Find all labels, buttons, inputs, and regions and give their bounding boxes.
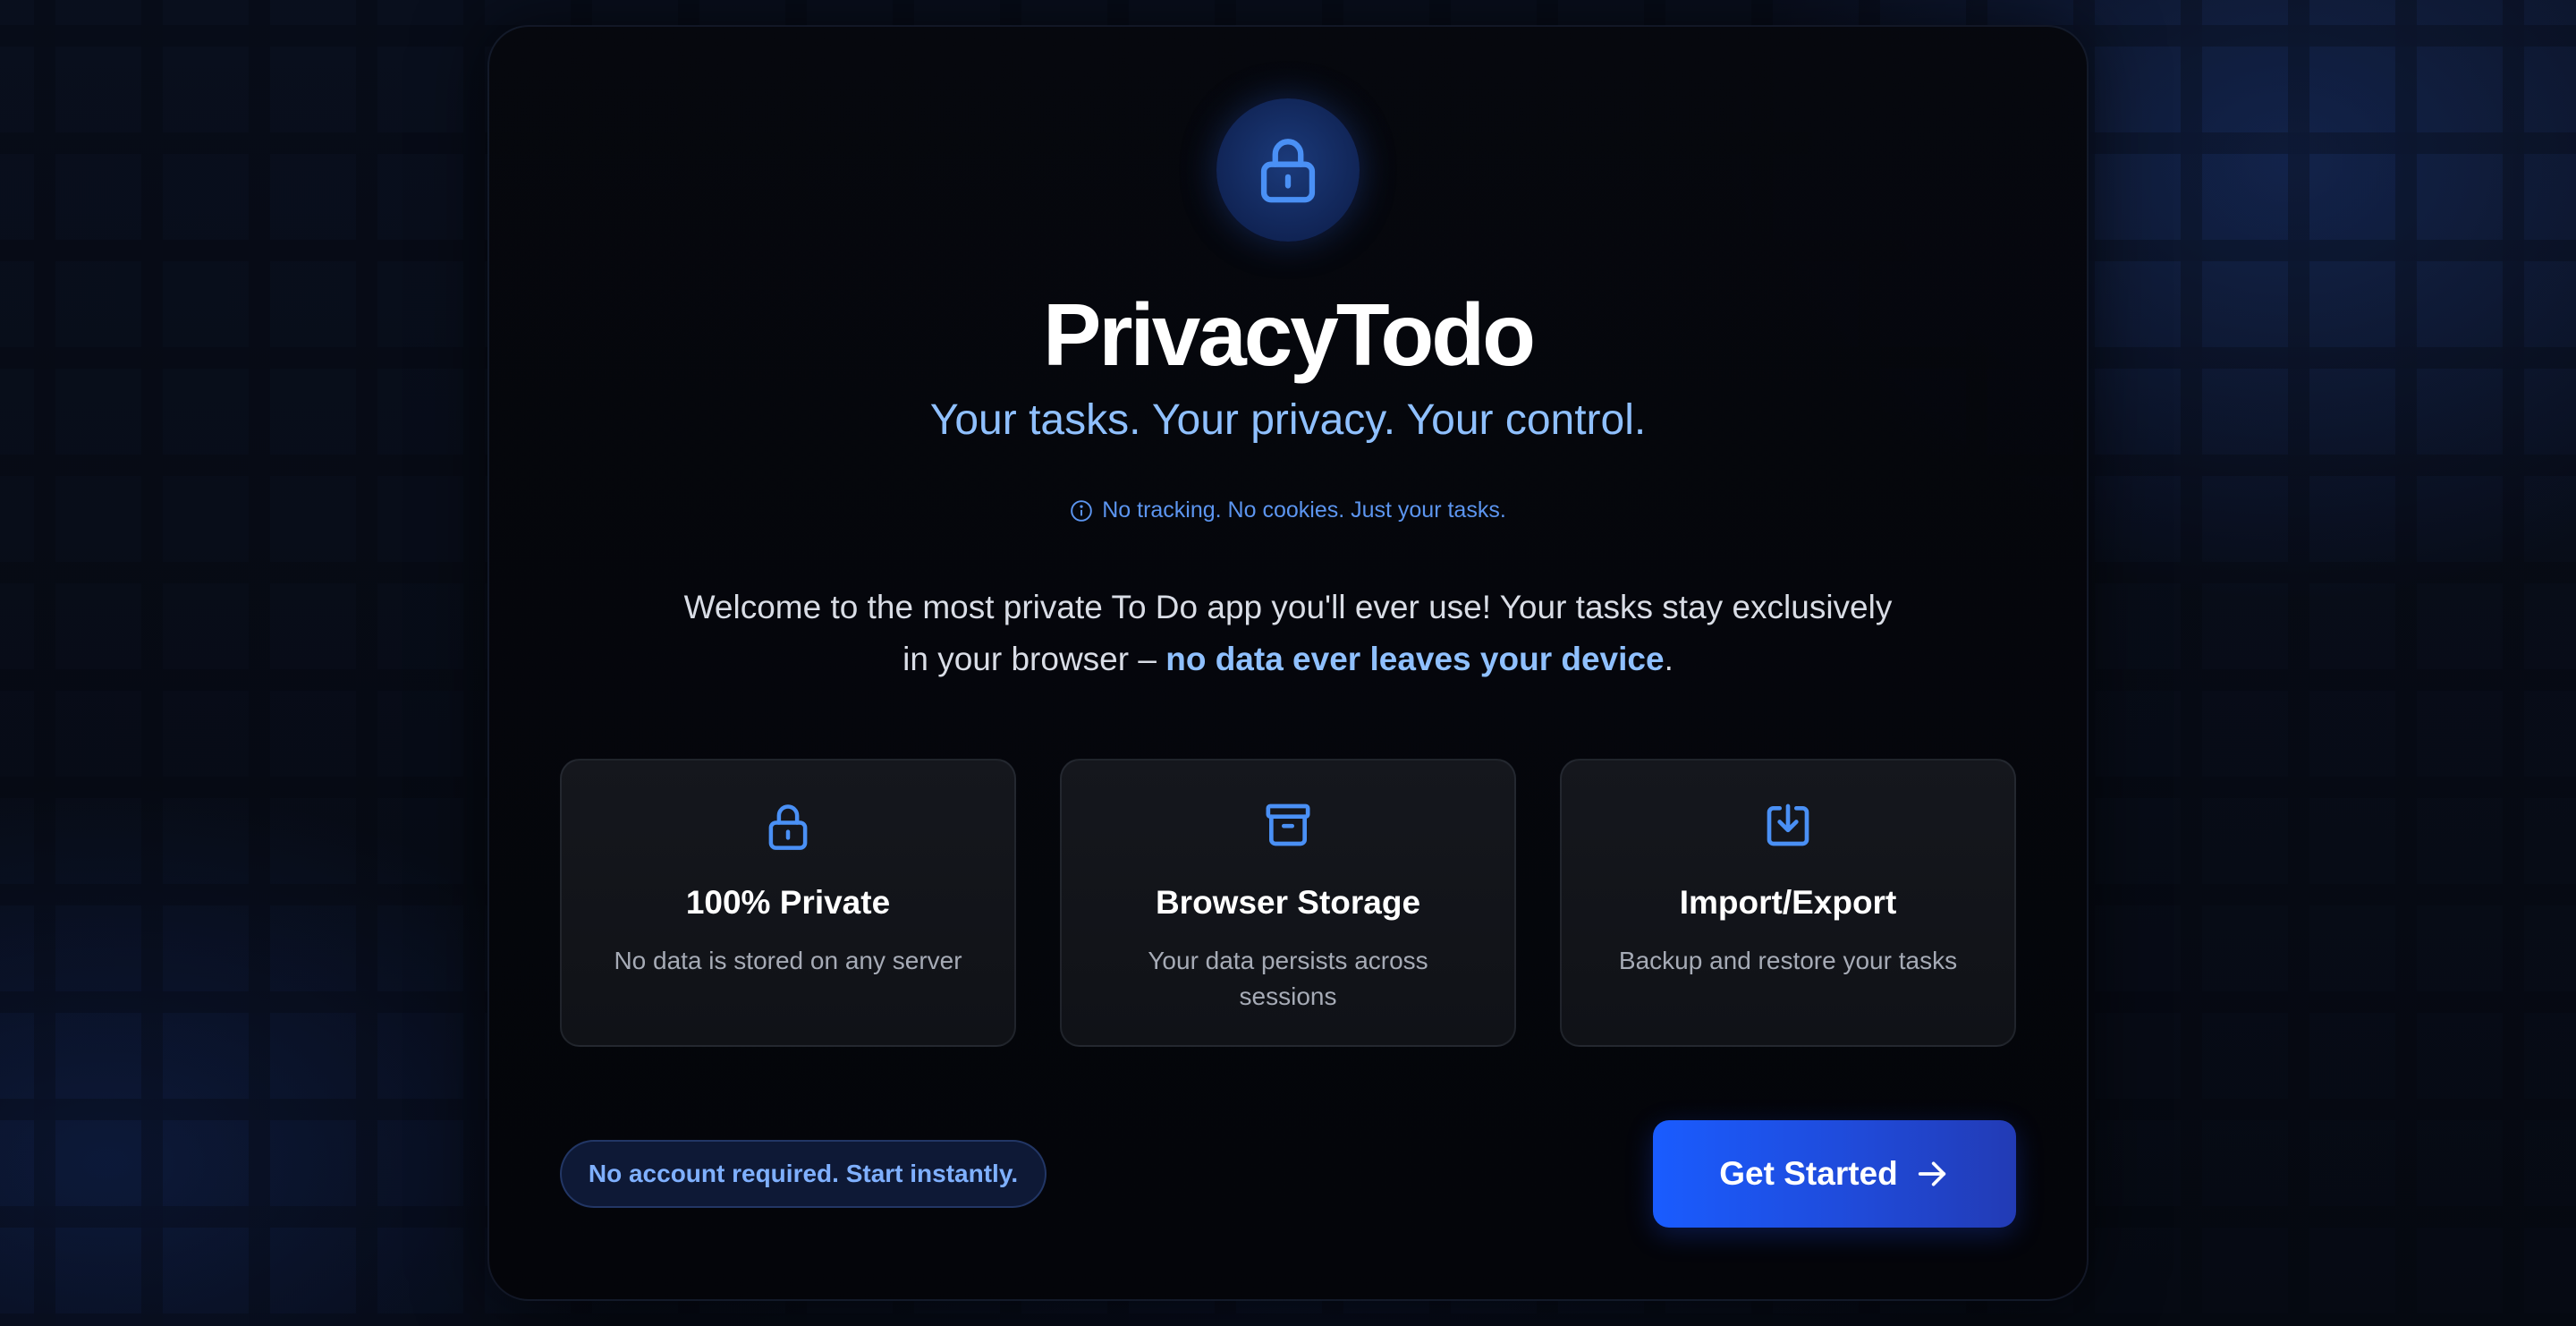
intro-highlight: no data ever leaves your device: [1165, 641, 1665, 677]
feature-title: Import/Export: [1679, 884, 1897, 921]
feature-title: Browser Storage: [1155, 884, 1421, 921]
intro-text-end: .: [1664, 641, 1674, 677]
privacy-notice-text: No tracking. No cookies. Just your tasks…: [1102, 497, 1506, 523]
feature-description: Your data persists across sessions: [1148, 947, 1428, 1010]
feature-card-import-export: Import/Export Backup and restore your ta…: [1560, 759, 2016, 1047]
no-account-badge: No account required. Start instantly.: [560, 1140, 1046, 1208]
get-started-label: Get Started: [1719, 1155, 1898, 1192]
info-icon: [1071, 499, 1093, 522]
feature-card-private: 100% Private No data is stored on any se…: [560, 759, 1016, 1047]
app-tagline: Your tasks. Your privacy. Your control.: [929, 396, 1647, 444]
app-title: PrivacyTodo: [1043, 285, 1536, 384]
page-background: PrivacyTodo Your tasks. Your privacy. Yo…: [0, 0, 2576, 1326]
privacy-notice: No tracking. No cookies. Just your tasks…: [0, 497, 2576, 523]
hero-lock-badge: [1216, 98, 1360, 242]
feature-description: No data is stored on any server: [614, 947, 962, 974]
feature-description: Backup and restore your tasks: [1618, 947, 1958, 974]
get-started-button[interactable]: Get Started: [1653, 1120, 2016, 1228]
download-icon: [1767, 803, 1809, 846]
lock-icon: [1260, 139, 1316, 203]
arrow-right-icon: [1918, 1161, 1945, 1186]
intro-paragraph: Welcome to the most private To Do app yo…: [680, 582, 1896, 685]
archive-icon: [1266, 803, 1310, 846]
lock-icon: [768, 804, 808, 850]
feature-title: 100% Private: [685, 884, 891, 921]
feature-card-storage: Browser Storage Your data persists acros…: [1060, 759, 1516, 1047]
